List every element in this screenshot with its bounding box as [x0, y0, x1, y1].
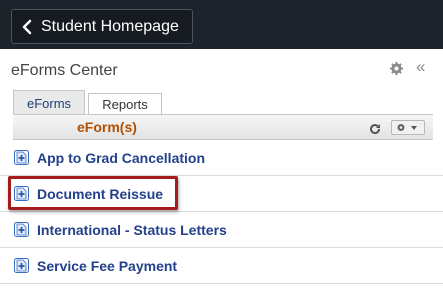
grid-header: eForm(s)	[13, 114, 433, 140]
tab-eforms[interactable]: eForms	[13, 90, 85, 115]
eform-link-app-to-grad-cancellation[interactable]: App to Grad Cancellation	[37, 150, 205, 166]
list-item[interactable]: International - Status Letters	[0, 212, 443, 248]
eforms-center-panel: eForms Center « eForms Reports eForm(s)	[0, 49, 443, 296]
top-banner: Student Homepage	[0, 0, 443, 49]
student-homepage-back-button[interactable]: Student Homepage	[11, 9, 193, 44]
eforms-list: App to Grad Cancellation Document Reissu…	[0, 140, 443, 284]
expand-plus-icon	[14, 186, 29, 201]
panel-title: eForms Center	[11, 62, 118, 79]
expand-plus-icon	[14, 258, 29, 273]
column-header-eforms: eForm(s)	[77, 119, 137, 135]
list-item[interactable]: Service Fee Payment	[0, 248, 443, 284]
tab-reports[interactable]: Reports	[88, 93, 162, 114]
eform-link-service-fee-payment[interactable]: Service Fee Payment	[37, 258, 177, 274]
list-item[interactable]: Document Reissue	[0, 176, 443, 212]
chevron-left-icon	[21, 19, 33, 35]
refresh-icon[interactable]	[369, 122, 381, 135]
gear-icon[interactable]	[390, 62, 403, 75]
eform-link-document-reissue[interactable]: Document Reissue	[37, 186, 163, 202]
collapse-double-chevron-icon[interactable]: «	[416, 58, 425, 75]
expand-plus-icon	[14, 150, 29, 165]
eform-link-international-status-letters[interactable]: International - Status Letters	[37, 222, 227, 238]
back-button-label: Student Homepage	[41, 18, 179, 35]
tab-bar: eForms Reports	[13, 90, 162, 115]
grid-settings-dropdown-button[interactable]	[391, 120, 425, 135]
expand-plus-icon	[14, 222, 29, 237]
list-item[interactable]: App to Grad Cancellation	[0, 140, 443, 176]
